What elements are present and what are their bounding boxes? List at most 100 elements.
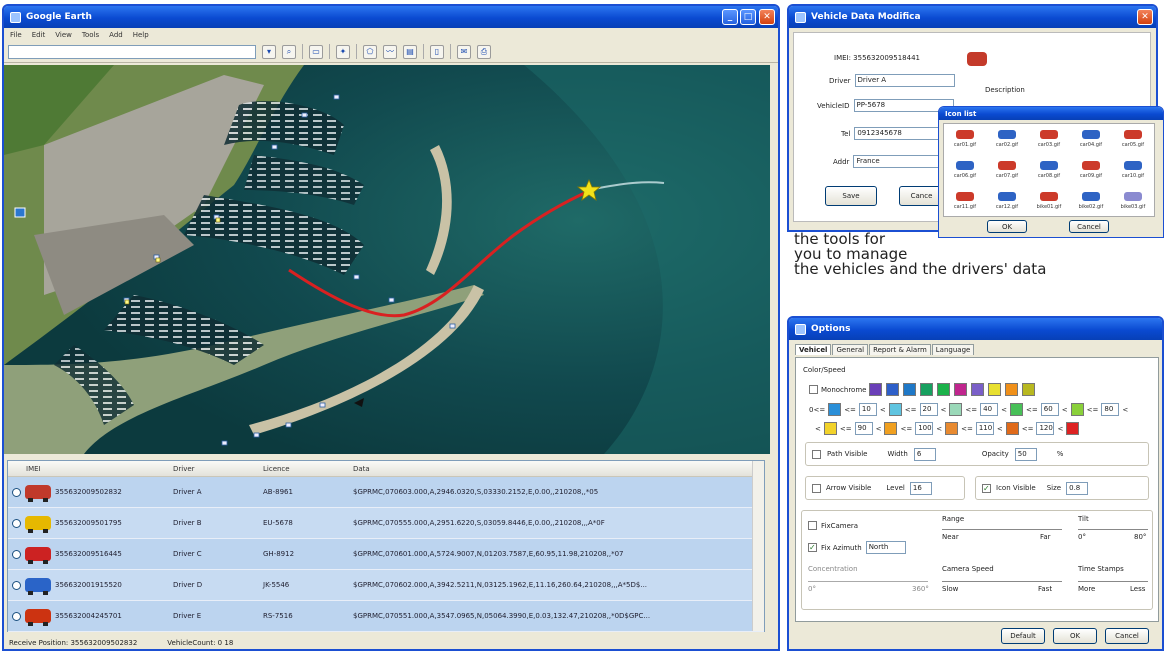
icon-option[interactable]: bike01.gif (1028, 185, 1070, 216)
minimize-button[interactable]: _ (722, 9, 738, 25)
speed-color[interactable] (1070, 403, 1084, 416)
icon-option[interactable]: car04.gif (1070, 124, 1112, 155)
speed-threshold[interactable]: 80 (1101, 403, 1120, 416)
fix-azimuth-checkbox[interactable]: ✓ (808, 543, 817, 552)
tab-language[interactable]: Language (931, 344, 975, 355)
fixcamera-checkbox[interactable] (808, 521, 817, 530)
icon-option[interactable]: car12.gif (986, 185, 1028, 216)
icon-option[interactable]: car03.gif (1028, 124, 1070, 155)
table-row[interactable]: 355632009516445 Driver C GH-8912 $GPRMC,… (8, 539, 764, 570)
speed-threshold[interactable]: 40 (980, 403, 999, 416)
overlay-icon[interactable]: ▤ (403, 44, 417, 59)
col-driver[interactable]: Driver (173, 465, 263, 473)
speed-color[interactable] (828, 403, 842, 416)
color-swatch[interactable] (920, 383, 934, 396)
maximize-button[interactable]: □ (740, 9, 756, 25)
sidebar-toggle-icon[interactable]: ▭ (309, 44, 323, 59)
menu-help[interactable]: Help (133, 31, 149, 39)
icon-option[interactable]: car11.gif (944, 185, 986, 216)
polygon-icon[interactable]: ⬠ (363, 44, 377, 59)
range-slider[interactable] (942, 529, 1062, 530)
color-swatch[interactable] (988, 383, 1002, 396)
icon-option[interactable]: bike02.gif (1070, 185, 1112, 216)
row-radio[interactable] (12, 549, 21, 559)
speed-color[interactable] (945, 422, 959, 435)
color-swatch[interactable] (1022, 383, 1036, 396)
tab-vehicel[interactable]: Vehicel (795, 344, 832, 355)
default-button[interactable]: Default (1001, 628, 1045, 644)
icon-option[interactable]: car08.gif (1028, 155, 1070, 186)
cancel-button[interactable]: Cancel (1069, 220, 1109, 233)
concentration-slider[interactable] (808, 581, 928, 582)
time-stamps-slider[interactable] (1078, 581, 1148, 582)
driver-field[interactable]: Driver A (854, 74, 955, 87)
placemark-icon[interactable]: ✦ (336, 44, 350, 59)
table-row[interactable]: 355632009501795 Driver B EU-5678 $GPRMC,… (8, 508, 764, 539)
search-input[interactable] (8, 44, 256, 59)
icon-option[interactable]: car09.gif (1070, 155, 1112, 186)
opacity-stepper[interactable]: 50 (1014, 447, 1037, 461)
speed-threshold[interactable]: 10 (858, 403, 877, 416)
tab-report-alarm[interactable]: Report & Alarm (869, 344, 931, 355)
row-radio[interactable] (12, 580, 21, 590)
level-stepper[interactable]: 16 (909, 481, 932, 495)
speed-color[interactable] (884, 422, 898, 435)
row-radio[interactable] (12, 487, 21, 497)
menu-view[interactable]: View (55, 31, 72, 39)
arrow-visible-checkbox[interactable] (812, 483, 821, 493)
row-radio[interactable] (12, 611, 21, 621)
speed-color[interactable] (1005, 422, 1019, 435)
table-scrollbar[interactable] (752, 461, 764, 631)
tab-general[interactable]: General (832, 344, 869, 355)
menu-add[interactable]: Add (109, 31, 123, 39)
cancel-button[interactable]: Cancel (1105, 628, 1149, 644)
table-row[interactable]: 355632004245701 Driver E RS-7516 $GPRMC,… (8, 601, 764, 632)
col-imei[interactable]: IMEI (8, 465, 173, 473)
monochrome-checkbox[interactable] (809, 385, 818, 394)
save-button[interactable]: Save (825, 186, 877, 206)
row-radio[interactable] (12, 518, 21, 528)
camera-speed-slider[interactable] (942, 581, 1062, 582)
color-swatch[interactable] (971, 383, 985, 396)
ok-button[interactable]: OK (1053, 628, 1097, 644)
icon-option[interactable]: car01.gif (944, 124, 986, 155)
ruler-icon[interactable]: ▯ (430, 44, 444, 59)
email-icon[interactable]: ✉ (457, 44, 471, 59)
path-visible-checkbox[interactable] (812, 449, 821, 459)
col-licence[interactable]: Licence (263, 465, 353, 473)
close-button[interactable]: ✕ (759, 9, 775, 25)
azimuth-select[interactable]: North (865, 541, 906, 554)
speed-threshold[interactable]: 20 (919, 403, 938, 416)
color-swatch[interactable] (937, 383, 951, 396)
icon-option[interactable]: car06.gif (944, 155, 986, 186)
color-swatch[interactable] (954, 383, 968, 396)
close-button[interactable]: ✕ (1137, 9, 1153, 25)
menu-edit[interactable]: Edit (32, 31, 46, 39)
print-icon[interactable]: ⎙ (477, 44, 491, 59)
speed-color[interactable] (888, 403, 902, 416)
icon-option[interactable]: car07.gif (986, 155, 1028, 186)
icon-visible-checkbox[interactable]: ✓ (982, 483, 991, 493)
speed-color[interactable] (1066, 422, 1080, 435)
tilt-slider[interactable] (1078, 529, 1148, 530)
menu-file[interactable]: File (10, 31, 22, 39)
speed-color[interactable] (949, 403, 963, 416)
speed-threshold[interactable]: 60 (1040, 403, 1059, 416)
color-swatch[interactable] (869, 383, 883, 396)
path-icon[interactable]: 〰 (383, 44, 397, 59)
speed-color[interactable] (1010, 403, 1024, 416)
menu-tools[interactable]: Tools (82, 31, 99, 39)
table-row[interactable]: 356632001915520 Driver D JK-5546 $GPRMC,… (8, 570, 764, 601)
col-data[interactable]: Data (353, 465, 764, 473)
speed-threshold[interactable]: 110 (975, 422, 994, 435)
color-swatch[interactable] (1005, 383, 1019, 396)
search-icon[interactable]: ⌕ (282, 44, 296, 59)
speed-color[interactable] (823, 422, 837, 435)
icon-option[interactable]: car05.gif (1112, 124, 1154, 155)
color-swatch[interactable] (903, 383, 917, 396)
speed-threshold[interactable]: 90 (854, 422, 873, 435)
icon-option[interactable]: car02.gif (986, 124, 1028, 155)
size-stepper[interactable]: 0.8 (1066, 481, 1089, 495)
width-stepper[interactable]: 6 (913, 447, 936, 461)
dropdown-icon[interactable]: ▾ (262, 44, 276, 59)
